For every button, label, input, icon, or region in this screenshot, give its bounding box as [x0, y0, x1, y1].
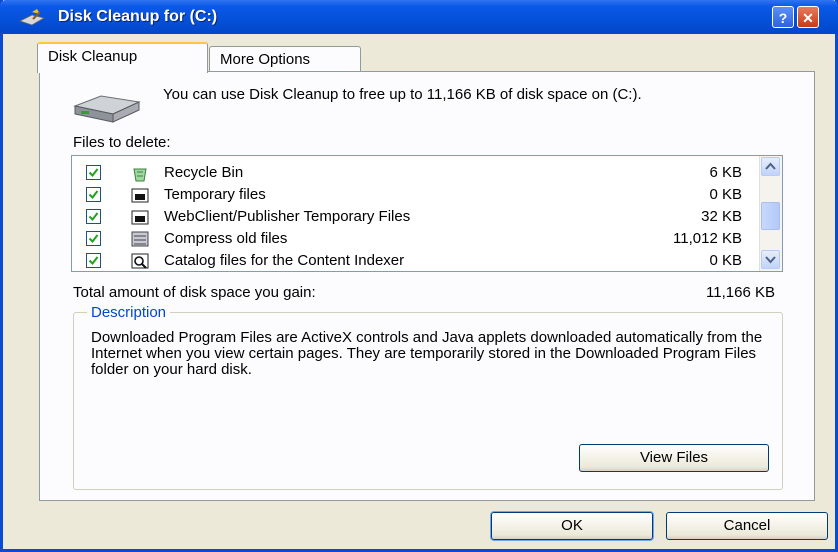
- view-files-button[interactable]: View Files: [579, 444, 769, 472]
- file-name: WebClient/Publisher Temporary Files: [164, 208, 411, 225]
- scroll-down-button[interactable]: [761, 250, 780, 269]
- file-size: 11,012 KB: [673, 230, 742, 247]
- list-item[interactable]: Catalog files for the Content Indexer 0 …: [72, 250, 760, 272]
- tab-more-options[interactable]: More Options: [209, 46, 361, 72]
- description-text: Downloaded Program Files are ActiveX con…: [91, 329, 763, 378]
- temporary-files-checkbox[interactable]: [86, 187, 101, 202]
- ok-button[interactable]: OK: [490, 511, 654, 541]
- recycle-bin-icon: [133, 168, 147, 182]
- file-size: 0 KB: [709, 186, 742, 203]
- file-name: Compress old files: [164, 230, 288, 247]
- catalog-files-icon: [131, 253, 149, 269]
- total-space-value: 11,166 KB: [706, 284, 775, 301]
- files-listbox[interactable]: Recycle Bin 6 KB Temporary files 0 KB We…: [71, 155, 783, 272]
- file-size: 6 KB: [709, 164, 742, 181]
- total-space-label: Total amount of disk space you gain:: [73, 284, 316, 301]
- title-bar[interactable]: Disk Cleanup for (C:) ? ✕: [0, 0, 838, 34]
- file-name: Catalog files for the Content Indexer: [164, 252, 405, 269]
- file-name: Temporary files: [164, 186, 266, 203]
- close-button[interactable]: ✕: [797, 6, 819, 28]
- description-legend: Description: [87, 304, 171, 321]
- recycle-bin-checkbox[interactable]: [86, 165, 101, 180]
- chevron-down-icon: [765, 256, 776, 264]
- list-scrollbar[interactable]: [759, 156, 782, 271]
- disk-cleanup-icon: [18, 9, 46, 26]
- compress-files-icon: [131, 231, 149, 247]
- hard-drive-icon: [73, 95, 141, 123]
- scroll-thumb[interactable]: [761, 202, 780, 230]
- window-title: Disk Cleanup for (C:): [58, 8, 218, 25]
- list-item[interactable]: Temporary files 0 KB: [72, 184, 760, 206]
- list-item[interactable]: WebClient/Publisher Temporary Files 32 K…: [72, 206, 760, 228]
- file-size: 0 KB: [709, 252, 742, 269]
- tab-disk-cleanup[interactable]: Disk Cleanup: [37, 42, 208, 73]
- intro-text: You can use Disk Cleanup to free up to 1…: [163, 86, 642, 103]
- temp-files-icon: [131, 188, 149, 203]
- chevron-up-icon: [765, 162, 776, 170]
- file-name: Recycle Bin: [164, 164, 244, 181]
- list-item[interactable]: Compress old files 11,012 KB: [72, 228, 760, 250]
- scroll-up-button[interactable]: [761, 157, 780, 176]
- disk-cleanup-dialog: Disk Cleanup for (C:) ? ✕ Disk Cleanup M…: [0, 0, 838, 552]
- help-button[interactable]: ?: [772, 6, 794, 28]
- list-item[interactable]: Recycle Bin 6 KB: [72, 162, 760, 184]
- webclient-files-checkbox[interactable]: [86, 209, 101, 224]
- compress-old-files-checkbox[interactable]: [86, 231, 101, 246]
- catalog-files-checkbox[interactable]: [86, 253, 101, 268]
- cancel-button[interactable]: Cancel: [666, 512, 828, 540]
- files-to-delete-label: Files to delete:: [73, 134, 171, 151]
- file-size: 32 KB: [701, 208, 742, 225]
- webclient-files-icon: [131, 210, 149, 225]
